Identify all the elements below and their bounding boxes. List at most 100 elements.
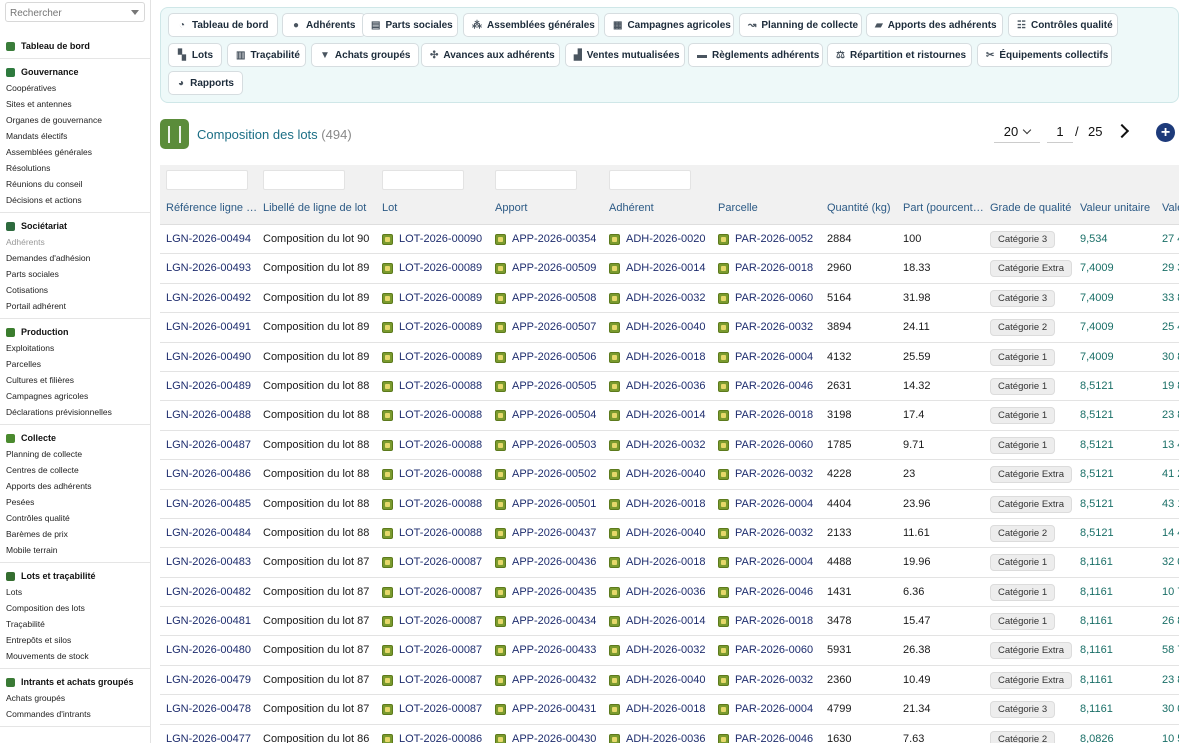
related-record-link[interactable]: ADH-2026-0014: [609, 607, 715, 636]
related-record-link[interactable]: APP-2026-00433: [495, 636, 605, 665]
related-record-link[interactable]: ADH-2026-0018: [609, 490, 715, 519]
row-reference-link[interactable]: LGN-2026-00484: [166, 519, 260, 548]
related-record-link[interactable]: LOT-2026-00088: [382, 401, 492, 430]
related-record-link[interactable]: PAR-2026-0018: [718, 254, 822, 283]
related-record-link[interactable]: LOT-2026-00088: [382, 460, 492, 489]
related-record-link[interactable]: PAR-2026-0032: [718, 666, 822, 695]
related-record-link[interactable]: ADH-2026-0020: [609, 225, 715, 254]
chevron-down-icon[interactable]: [131, 10, 139, 15]
sidebar-section-header[interactable]: Production: [0, 324, 150, 340]
row-reference-link[interactable]: LGN-2026-00480: [166, 636, 260, 665]
top-menu-item[interactable]: ▦ Campagnes agricoles: [604, 13, 734, 37]
related-record-link[interactable]: ADH-2026-0032: [609, 284, 715, 313]
related-record-link[interactable]: ADH-2026-0014: [609, 254, 715, 283]
related-record-link[interactable]: LOT-2026-00086: [382, 725, 492, 743]
table-row[interactable]: LGN-2026-00479 Composition du lot 87 LOT-2…: [160, 665, 1179, 696]
column-header[interactable]: Quantité (kg): [827, 195, 899, 225]
related-record-link[interactable]: ADH-2026-0018: [609, 548, 715, 577]
related-record-link[interactable]: LOT-2026-00088: [382, 519, 492, 548]
top-menu-item[interactable]: ⁂ Assemblées générales: [463, 13, 599, 37]
page-size-select[interactable]: 20: [994, 121, 1040, 143]
column-header[interactable]: Adhérent: [609, 195, 715, 225]
sidebar-item[interactable]: Décisions et actions: [0, 192, 150, 208]
sidebar-item[interactable]: Contrôles qualité: [0, 510, 150, 526]
related-record-link[interactable]: ADH-2026-0040: [609, 666, 715, 695]
related-record-link[interactable]: PAR-2026-0018: [718, 401, 822, 430]
related-record-link[interactable]: LOT-2026-00088: [382, 431, 492, 460]
sidebar-item[interactable]: Traçabilité: [0, 616, 150, 632]
table-row[interactable]: LGN-2026-00487 Composition du lot 88 LOT-2…: [160, 430, 1179, 461]
table-row[interactable]: LGN-2026-00486 Composition du lot 88 LOT-2…: [160, 460, 1179, 490]
related-record-link[interactable]: PAR-2026-0060: [718, 636, 822, 665]
table-row[interactable]: LGN-2026-00481 Composition du lot 87 LOT-2…: [160, 607, 1179, 637]
table-row[interactable]: LGN-2026-00488 Composition du lot 88 LOT-2…: [160, 401, 1179, 431]
sidebar-item[interactable]: Commandes d'intrants: [0, 706, 150, 722]
sidebar-item[interactable]: Mobile terrain: [0, 542, 150, 558]
related-record-link[interactable]: LOT-2026-00087: [382, 578, 492, 607]
column-filter-input[interactable]: [166, 170, 248, 190]
row-reference-link[interactable]: LGN-2026-00489: [166, 372, 260, 401]
related-record-link[interactable]: PAR-2026-0004: [718, 548, 822, 577]
table-row[interactable]: LGN-2026-00480 Composition du lot 87 LOT-2…: [160, 636, 1179, 666]
related-record-link[interactable]: APP-2026-00501: [495, 490, 605, 519]
related-record-link[interactable]: LOT-2026-00090: [382, 225, 492, 254]
related-record-link[interactable]: PAR-2026-0004: [718, 490, 822, 519]
related-record-link[interactable]: LOT-2026-00089: [382, 343, 492, 372]
sidebar-section-header[interactable]: Intrants et achats groupés: [0, 674, 150, 690]
related-record-link[interactable]: APP-2026-00431: [495, 695, 605, 724]
row-reference-link[interactable]: LGN-2026-00486: [166, 460, 260, 489]
search-box[interactable]: [5, 2, 145, 23]
top-menu-item[interactable]: ↝ Planning de collecte: [739, 13, 862, 37]
column-header[interactable]: Apport: [495, 195, 605, 225]
sidebar-section-header[interactable]: Sociétariat: [0, 218, 150, 234]
sidebar-item[interactable]: Mandats électifs: [0, 128, 150, 144]
table-row[interactable]: LGN-2026-00494 Composition du lot 90 LOT-2…: [160, 225, 1179, 255]
top-menu-item[interactable]: ▤ Parts sociales: [362, 13, 458, 37]
sidebar-item[interactable]: Portail adhérent: [0, 298, 150, 314]
column-header[interactable]: Valeur unitaire: [1080, 195, 1160, 225]
related-record-link[interactable]: ADH-2026-0036: [609, 372, 715, 401]
related-record-link[interactable]: APP-2026-00505: [495, 372, 605, 401]
sidebar-item[interactable]: Planning de collecte: [0, 446, 150, 462]
related-record-link[interactable]: ADH-2026-0036: [609, 578, 715, 607]
related-record-link[interactable]: ADH-2026-0040: [609, 519, 715, 548]
column-filter-input[interactable]: [382, 170, 464, 190]
row-reference-link[interactable]: LGN-2026-00491: [166, 313, 260, 342]
top-menu-item[interactable]: ▰ Apports des adhérents: [866, 13, 1003, 37]
sidebar-item[interactable]: Cotisations: [0, 282, 150, 298]
table-row[interactable]: LGN-2026-00485 Composition du lot 88 LOT-2…: [160, 489, 1179, 519]
sidebar-item[interactable]: Achats groupés: [0, 690, 150, 706]
related-record-link[interactable]: ADH-2026-0018: [609, 695, 715, 724]
related-record-link[interactable]: ADH-2026-0040: [609, 460, 715, 489]
table-row[interactable]: LGN-2026-00489 Composition du lot 88 LOT-2…: [160, 371, 1179, 402]
row-reference-link[interactable]: LGN-2026-00481: [166, 607, 260, 636]
sidebar-item[interactable]: Mouvements de stock: [0, 648, 150, 664]
sidebar-item[interactable]: Réunions du conseil: [0, 176, 150, 192]
related-record-link[interactable]: PAR-2026-0060: [718, 431, 822, 460]
related-record-link[interactable]: PAR-2026-0004: [718, 695, 822, 724]
top-menu-item[interactable]: ● Adhérents: [282, 13, 366, 37]
column-header[interactable]: Grade de qualité: [990, 195, 1075, 225]
column-header[interactable]: Parcelle: [718, 195, 822, 225]
column-header[interactable]: Valeur: [1162, 195, 1179, 225]
top-menu-item[interactable]: ◔ Tableau de bord: [168, 13, 278, 37]
top-menu-item[interactable]: ✂ Équipements collectifs: [977, 43, 1112, 67]
related-record-link[interactable]: LOT-2026-00087: [382, 666, 492, 695]
sidebar-item[interactable]: Campagnes agricoles: [0, 388, 150, 404]
sidebar-item[interactable]: Lots: [0, 584, 150, 600]
sidebar-item[interactable]: Centres de collecte: [0, 462, 150, 478]
sidebar-item[interactable]: Déclarations prévisionnelles: [0, 404, 150, 420]
row-reference-link[interactable]: LGN-2026-00493: [166, 254, 260, 283]
table-row[interactable]: LGN-2026-00483 Composition du lot 87 LOT-2…: [160, 548, 1179, 578]
row-reference-link[interactable]: LGN-2026-00492: [166, 284, 260, 313]
column-header[interactable]: Lot: [382, 195, 492, 225]
table-row[interactable]: LGN-2026-00492 Composition du lot 89 LOT-2…: [160, 283, 1179, 314]
related-record-link[interactable]: LOT-2026-00087: [382, 607, 492, 636]
sidebar-item[interactable]: Pesées: [0, 494, 150, 510]
current-page-input[interactable]: 1: [1047, 121, 1073, 143]
related-record-link[interactable]: ADH-2026-0014: [609, 401, 715, 430]
search-input[interactable]: [6, 4, 144, 23]
sidebar-item[interactable]: Organes de gouvernance: [0, 112, 150, 128]
top-menu-item[interactable]: ▥ Traçabilité: [227, 43, 306, 67]
related-record-link[interactable]: APP-2026-00435: [495, 578, 605, 607]
